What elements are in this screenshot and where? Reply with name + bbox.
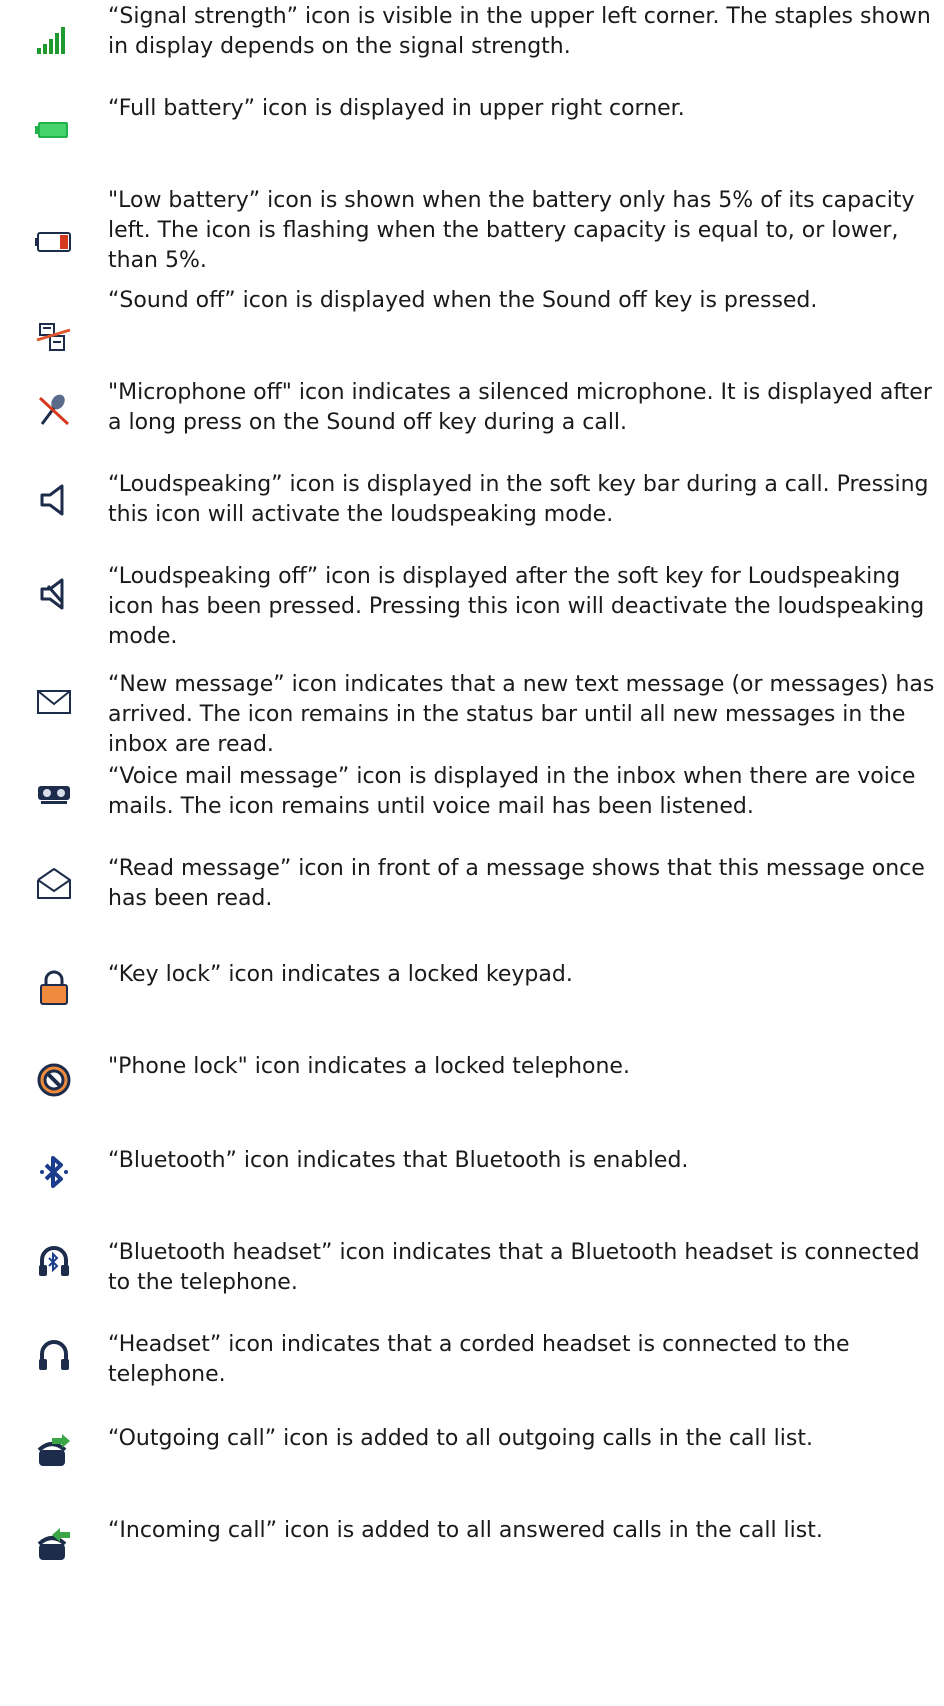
sound-off-icon [34, 318, 74, 358]
item-description: “Bluetooth headset” icon indicates that … [108, 1240, 920, 1295]
item-description: “Signal strength” icon is visible in the… [108, 4, 931, 59]
phone-lock-icon [34, 1060, 74, 1100]
read-message-icon [34, 864, 74, 904]
item-description: “Loudspeaking off” icon is displayed aft… [108, 564, 925, 649]
new-message-icon [34, 682, 74, 722]
item-description: “Incoming call” icon is added to all ans… [108, 1518, 823, 1543]
item-description: “New message” icon indicates that a new … [108, 672, 935, 757]
headset-icon [34, 1336, 74, 1376]
key-lock-icon [34, 968, 74, 1008]
item-description: “Key lock” icon indicates a locked keypa… [108, 962, 573, 987]
full-battery-icon [34, 110, 74, 150]
outgoing-call-icon [34, 1432, 74, 1472]
signal-strength-icon [34, 18, 74, 58]
item-description: “Full battery” icon is displayed in uppe… [108, 96, 685, 121]
item-description: “Read message” icon in front of a messag… [108, 856, 925, 911]
loudspeaking-off-icon [34, 574, 74, 614]
item-description: "Microphone off" icon indicates a silenc… [108, 380, 932, 435]
bluetooth-headset-icon [34, 1242, 74, 1282]
low-battery-icon [34, 222, 74, 262]
incoming-call-icon [34, 1526, 74, 1566]
item-description: “Outgoing call” icon is added to all out… [108, 1426, 813, 1451]
item-description: “Bluetooth” icon indicates that Bluetoot… [108, 1148, 689, 1173]
bluetooth-icon [34, 1152, 74, 1192]
item-description: "Low battery” icon is shown when the bat… [108, 188, 915, 273]
item-description: “Sound off” icon is displayed when the S… [108, 288, 818, 313]
loudspeaking-icon [34, 480, 74, 520]
voice-mail-icon [34, 774, 74, 814]
microphone-off-icon [34, 390, 74, 430]
item-description: “Voice mail message” icon is displayed i… [108, 764, 916, 819]
item-description: “Loudspeaking” icon is displayed in the … [108, 472, 929, 527]
item-description: “Headset” icon indicates that a corded h… [108, 1332, 850, 1387]
item-description: "Phone lock" icon indicates a locked tel… [108, 1054, 630, 1079]
